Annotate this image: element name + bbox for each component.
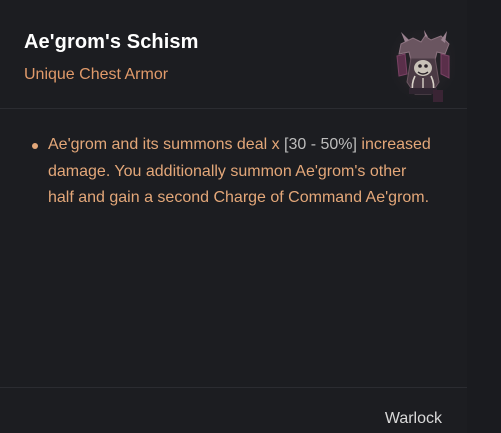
right-edge-panel <box>467 0 501 433</box>
mod-list: Ae'grom and its summons deal x [30 - 50%… <box>26 132 436 212</box>
item-name: Ae'grom's Schism <box>24 31 199 53</box>
item-mods-section: Ae'grom and its summons deal x [30 - 50%… <box>0 109 467 387</box>
mod-range: [30 - 50%] <box>284 136 357 153</box>
tooltip-page: Ae'grom's Schism Unique Chest Armor Ae'g… <box>0 0 501 433</box>
item-header: Ae'grom's Schism Unique Chest Armor <box>0 0 467 108</box>
bullet-icon <box>32 143 38 149</box>
class-tag: Warlock <box>384 410 442 427</box>
item-tooltip-card: Ae'grom's Schism Unique Chest Armor Ae'g… <box>0 0 467 433</box>
mod-line: Ae'grom and its summons deal x [30 - 50%… <box>26 132 436 212</box>
mod-text-prefix: Ae'grom and its summons deal x <box>48 136 285 153</box>
item-type: Unique Chest Armor <box>24 66 169 83</box>
chest-armor-icon <box>391 30 455 102</box>
item-footer: Warlock <box>0 388 467 433</box>
